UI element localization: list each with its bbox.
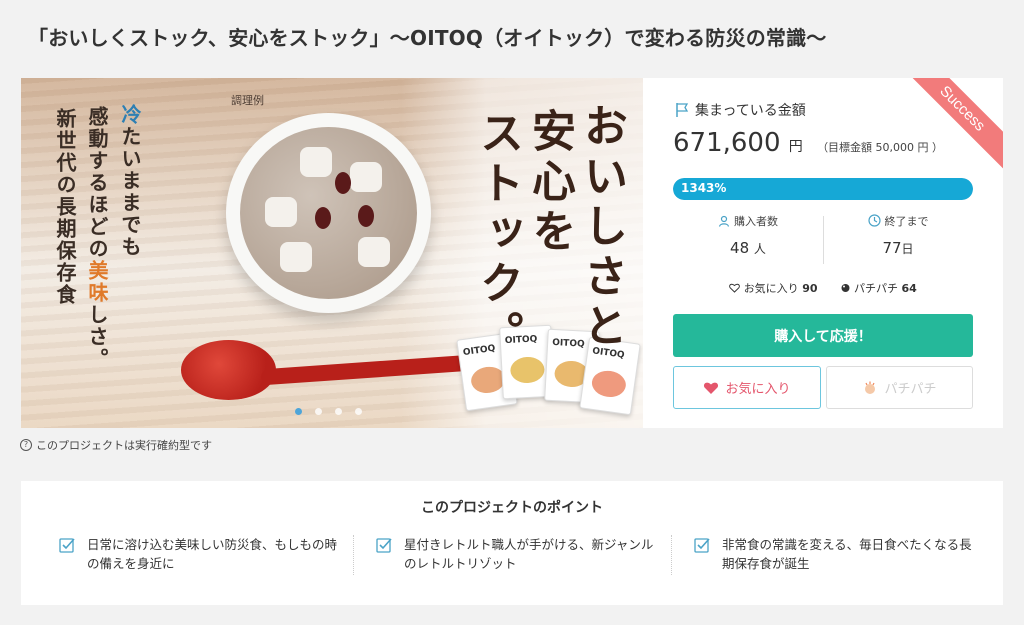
- days-left-stat: 終了まで 77日: [823, 212, 973, 257]
- heart-outline-icon: [729, 283, 741, 293]
- hero-tagline-3: ストック。: [472, 110, 523, 360]
- clock-icon: [867, 214, 881, 227]
- page-title: 「おいしくストック、安心をストック」〜OITOQ（オイトック）で変わる防災の常識…: [28, 26, 827, 50]
- stats-row: 購入者数 48 人 終了まで 77日: [673, 212, 973, 268]
- project-points-section: このプロジェクトのポイント 日常に溶け込む美味しい防災食、もしもの時の備えを身近…: [21, 481, 1003, 605]
- favorite-count: お気に入り 90: [729, 280, 818, 296]
- checkbox-check-icon: [59, 538, 75, 553]
- question-icon[interactable]: ?: [20, 439, 32, 451]
- target-amount: （目標金額 50,000 円 ）: [817, 141, 944, 154]
- point-item: 日常に溶け込む美味しい防災食、もしもの時の備えを身近に: [59, 535, 339, 573]
- carousel-dot-1[interactable]: [295, 408, 302, 415]
- carousel-dot-4[interactable]: [355, 408, 362, 415]
- cooking-example-label: 調理例: [231, 94, 264, 107]
- checkbox-check-icon: [694, 538, 710, 553]
- heart-icon: [704, 382, 719, 394]
- hero-copy-column-3: 冷たいままでも: [118, 104, 142, 258]
- progress-bar: 1343%: [673, 178, 973, 200]
- clap-icon: [841, 284, 849, 292]
- person-icon: [718, 215, 730, 227]
- buy-support-button[interactable]: 購入して応援！: [673, 314, 973, 357]
- carousel-dot-2[interactable]: [315, 408, 322, 415]
- point-item: 星付きレトルト職人が手がける、新ジャンルのレトルトリゾット: [376, 535, 656, 573]
- progress-percent: 1343%: [681, 181, 727, 195]
- collected-amount-label: 集まっている金額: [675, 100, 806, 120]
- funding-panel: Success 集まっている金額 671,600 円 （目標金額 50,000 …: [643, 78, 1003, 428]
- carousel-dots: [295, 408, 362, 415]
- favorite-button[interactable]: お気に入り: [673, 366, 821, 409]
- hero-copy-column-2: 感動するほどの美味しさ。: [85, 106, 109, 370]
- reaction-counts: お気に入り 90 パチパチ 64: [673, 280, 973, 296]
- porridge-bowl: [226, 113, 431, 313]
- project-hero-image[interactable]: 調理例 新世代の長期保存食 感動するほどの美味しさ。 冷たいままでも OITOQ…: [21, 78, 643, 428]
- pachi-count: パチパチ 64: [840, 280, 917, 296]
- red-spoon: [181, 340, 276, 400]
- collected-amount: 671,600 円 （目標金額 50,000 円 ）: [673, 128, 944, 158]
- points-title: このプロジェクトのポイント: [421, 500, 603, 516]
- point-item: 非常食の常識を変える、毎日食べたくなる長期保存食が誕生: [694, 535, 974, 573]
- clap-hands-icon: [865, 381, 876, 394]
- checkbox-check-icon: [376, 538, 392, 553]
- carousel-dot-3[interactable]: [335, 408, 342, 415]
- flag-icon: [676, 103, 689, 117]
- pachi-button[interactable]: パチパチ: [826, 366, 973, 409]
- execution-guarantee-note: ? このプロジェクトは実行確約型です: [20, 437, 212, 453]
- hero-copy-column-1: 新世代の長期保存食: [53, 108, 77, 306]
- buyers-stat: 購入者数 48 人: [673, 212, 823, 257]
